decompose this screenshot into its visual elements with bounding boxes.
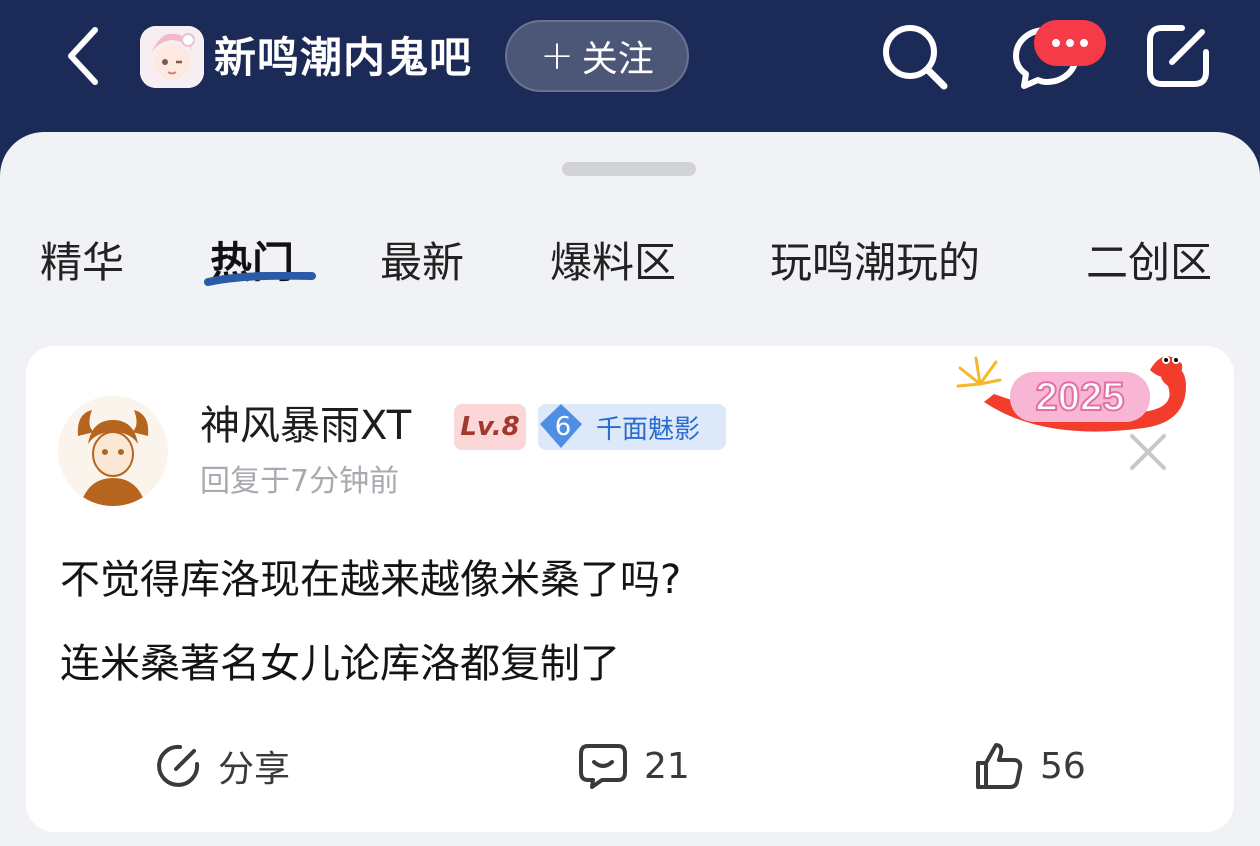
search-icon xyxy=(883,25,948,90)
compose-icon xyxy=(1147,25,1209,87)
username[interactable]: 神风暴雨XT xyxy=(200,398,411,454)
top-bar: 新鸣潮内鬼吧 + 关注 xyxy=(0,0,1260,150)
forum-avatar[interactable] xyxy=(140,26,204,88)
reply-time: 回复于7分钟前 xyxy=(200,464,400,499)
title-badge-text: 千面魅影 xyxy=(596,414,701,445)
close-icon[interactable] xyxy=(1124,428,1172,476)
tab-latest[interactable]: 最新 xyxy=(380,228,464,298)
search-button[interactable] xyxy=(876,18,952,94)
post-card[interactable]: 神风暴雨XT Lv.8 6 千面魅影 回复于7分钟前 2025 不觉得库洛现在越… xyxy=(26,346,1234,832)
comment-count: 21 xyxy=(644,745,690,787)
title-badge-number: 6 xyxy=(554,412,572,442)
level-badge: Lv.8 xyxy=(454,404,526,450)
post-title[interactable]: 不觉得库洛现在越来越像米桑了吗? xyxy=(60,550,681,610)
tab-fan-creation[interactable]: 二创区 xyxy=(1086,228,1212,298)
thumbs-up-icon xyxy=(976,743,1023,789)
title-badge: 6 千面魅影 xyxy=(538,404,726,450)
follow-label: 关注 xyxy=(581,39,654,80)
content-sheet: 精华 热门 最新 爆料区 玩鸣潮玩的 二创区 神风暴雨XT Lv.8 6 千面魅… xyxy=(0,132,1260,846)
chevron-left-icon xyxy=(68,27,98,85)
like-button[interactable]: 56 xyxy=(974,736,1086,796)
comment-icon xyxy=(579,744,627,789)
compose-button[interactable] xyxy=(1140,18,1216,94)
comment-button[interactable]: 21 xyxy=(578,736,690,796)
back-button[interactable] xyxy=(48,18,118,94)
tab-leaks[interactable]: 爆料区 xyxy=(550,228,676,298)
tab-hot[interactable]: 热门 xyxy=(210,228,294,298)
notification-badge xyxy=(1034,20,1106,66)
share-icon xyxy=(157,744,200,787)
user-avatar[interactable] xyxy=(58,396,168,506)
share-button[interactable]: 分享 xyxy=(154,736,290,796)
tab-play[interactable]: 玩鸣潮玩的 xyxy=(770,228,980,298)
like-count: 56 xyxy=(1040,745,1086,787)
tab-bar: 精华 热门 最新 爆料区 玩鸣潮玩的 二创区 xyxy=(0,228,1260,308)
tab-featured[interactable]: 精华 xyxy=(40,228,124,298)
active-tab-indicator xyxy=(204,272,316,286)
forum-name: 新鸣潮内鬼吧 xyxy=(214,33,473,82)
share-label: 分享 xyxy=(218,749,291,790)
plus-icon: + xyxy=(540,33,574,79)
follow-button[interactable]: + 关注 xyxy=(505,20,689,92)
drag-handle[interactable] xyxy=(562,162,696,176)
post-body[interactable]: 连米桑著名女儿论库洛都复制了 xyxy=(60,634,620,694)
decoration-2025-text: 2025 xyxy=(1036,375,1125,419)
